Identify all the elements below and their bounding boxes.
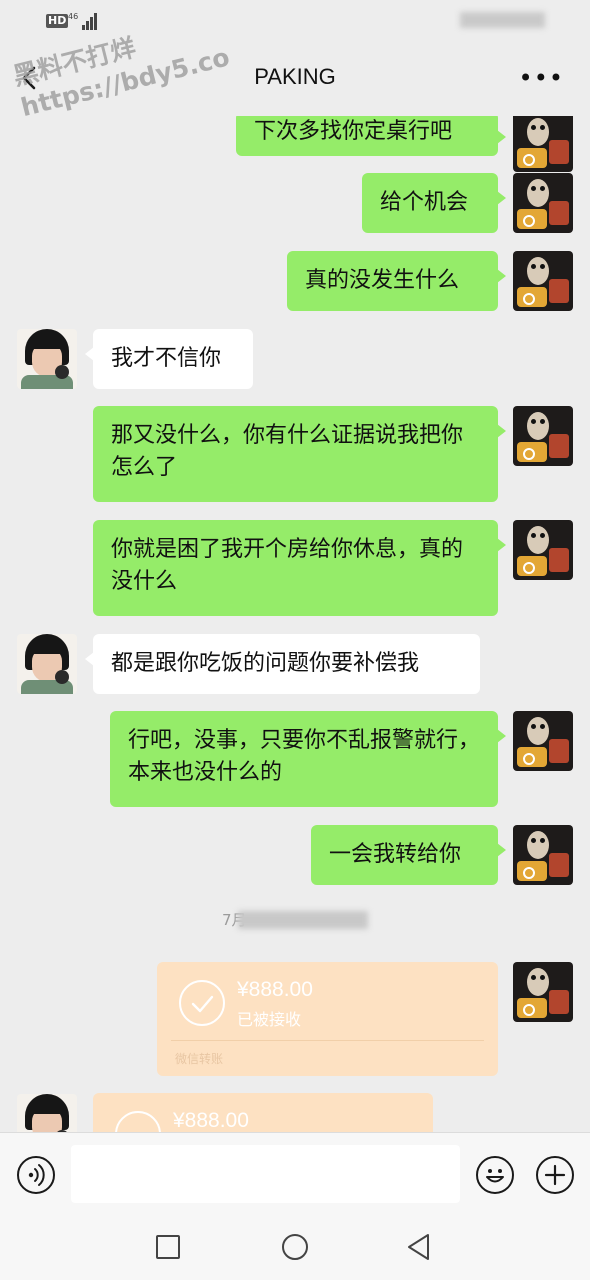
transfer-divider [171,1040,484,1041]
message-input[interactable] [71,1145,460,1203]
avatar[interactable] [513,251,573,311]
status-bar: HD 46 [0,0,590,44]
home-icon[interactable] [282,1234,308,1260]
status-blurred-area [460,12,545,28]
message-bubble[interactable]: 那又没什么，你有什么证据说我把你怎么了 [93,406,506,502]
transfer-card[interactable]: ¥888.00 已被接收 微信转账 [157,962,498,1076]
message-bubble[interactable]: 给个机会 [362,173,506,233]
avatar[interactable] [513,962,573,1022]
avatar[interactable] [513,711,573,771]
avatar[interactable] [513,116,573,172]
more-icon[interactable]: ••• [519,66,564,90]
avatar[interactable] [513,173,573,233]
message-bubble[interactable]: 你就是困了我开个房给你休息，真的没什么 [93,520,506,616]
system-nav-bar [0,1216,590,1280]
message-bubble[interactable]: 下次多找你定桌行吧 [236,116,506,156]
avatar[interactable] [513,406,573,466]
timestamp-blurred [238,911,368,929]
message-bubble[interactable]: 行吧，没事，只要你不乱报警就行，本来也没什么的 [110,711,506,807]
transfer-footer: 微信转账 [175,1052,224,1066]
plus-icon[interactable] [536,1156,574,1194]
chat-message-list[interactable]: 下次多找你定桌行吧 给个机会 真的没发生什么 我才不信你 那又没什么，你有什么证… [0,116,590,1132]
avatar[interactable] [17,634,77,694]
back-nav-icon[interactable] [406,1233,432,1261]
emoji-icon[interactable] [476,1156,514,1194]
input-bar [0,1132,590,1217]
signal-icon [82,12,98,30]
transfer-status: 已被接收 [237,1010,302,1029]
avatar[interactable] [513,520,573,580]
transfer-amount: ¥888.00 [173,1109,249,1132]
network-type-indicator: 46 [68,12,79,21]
message-bubble[interactable]: 都是跟你吃饭的问题你要补偿我 [85,634,480,694]
avatar[interactable] [17,1094,77,1132]
hd-indicator: HD [46,14,69,28]
voice-icon[interactable] [17,1156,55,1194]
transfer-card[interactable]: ¥888.00 [93,1093,433,1132]
recents-icon[interactable] [156,1235,180,1259]
message-bubble[interactable]: 一会我转给你 [311,825,506,885]
avatar[interactable] [513,825,573,885]
transfer-circle-icon [115,1111,161,1132]
message-bubble[interactable]: 我才不信你 [85,329,253,389]
transfer-amount: ¥888.00 [237,978,313,1001]
message-bubble[interactable]: 真的没发生什么 [287,251,506,311]
avatar[interactable] [17,329,77,389]
check-circle-icon [179,980,225,1026]
